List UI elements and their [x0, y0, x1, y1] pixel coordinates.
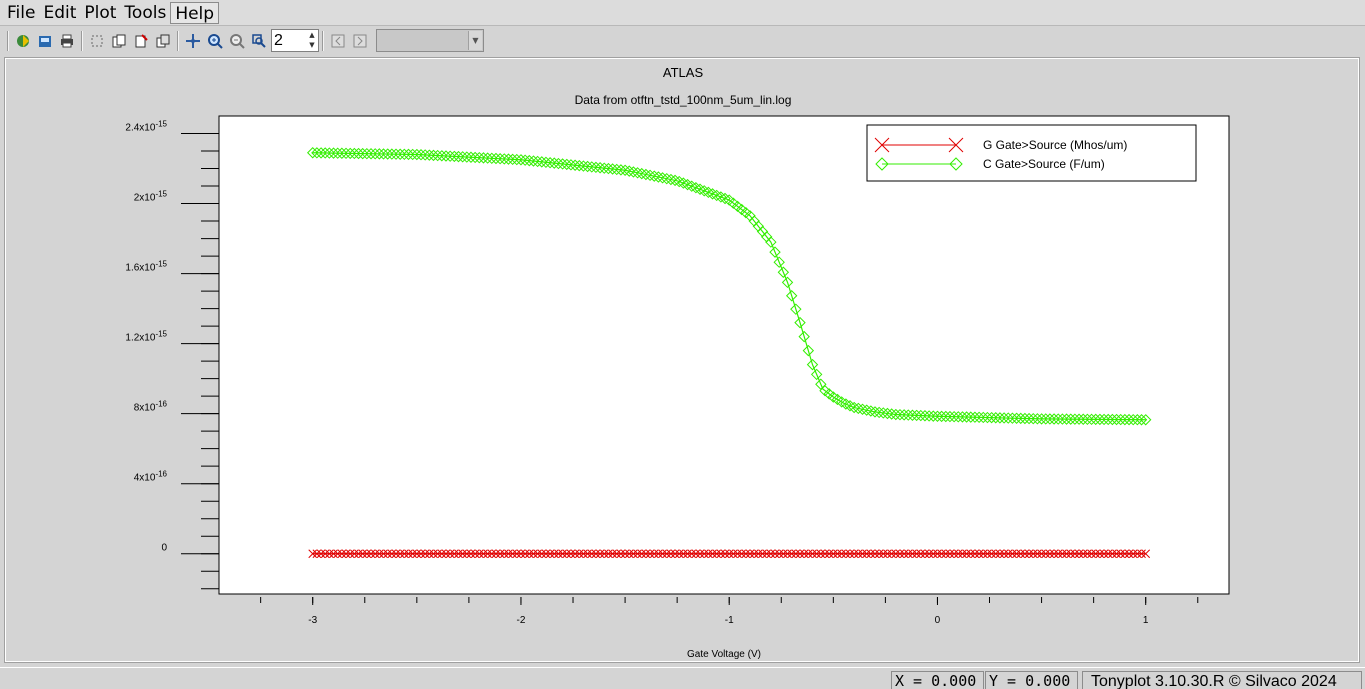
chevron-down-icon[interactable]: ▼: [468, 31, 482, 50]
menu-tools[interactable]: Tools: [120, 2, 170, 24]
version-label: Tonyplot 3.10.30.R © Silvaco 2024: [1082, 671, 1362, 689]
x-axis: -3 -2 -1 0 1: [260, 597, 1199, 626]
y-tick-label: 1.2x10-15: [125, 330, 167, 344]
legend-box: [866, 124, 1197, 182]
menu-edit[interactable]: Edit: [39, 2, 80, 24]
next-plot-icon[interactable]: [350, 31, 370, 51]
plot-canvas[interactable]: ATLAS Data from otftn_tstd_100nm_5um_lin…: [6, 59, 1358, 661]
x-tick-label: 0: [935, 615, 941, 626]
select-region-icon[interactable]: [87, 31, 107, 51]
print-icon[interactable]: [57, 31, 77, 51]
menu-plot[interactable]: Plot: [80, 2, 120, 24]
x-tick-label: -1: [725, 615, 734, 626]
page-number-stepper[interactable]: 2 ▲ ▼: [271, 29, 319, 52]
y-tick-label: 0: [161, 543, 167, 554]
copy-plot-icon[interactable]: [109, 31, 129, 51]
y-tick-label: 1.6x10-15: [125, 260, 167, 274]
plot-background[interactable]: [218, 115, 1230, 595]
load-file-icon[interactable]: [13, 31, 33, 51]
stepper-arrows[interactable]: ▲ ▼: [307, 31, 317, 50]
menu-bar: File Edit Plot Tools Help: [0, 0, 1365, 26]
pan-icon[interactable]: [183, 31, 203, 51]
delete-plot-icon[interactable]: [131, 31, 151, 51]
zoom-box-icon[interactable]: [249, 31, 269, 51]
y-tick-label: 8x10-16: [134, 400, 168, 414]
y-tick-label: 2x10-15: [134, 190, 168, 204]
legend-label: C Gate>Source (F/um): [983, 157, 1105, 171]
toolbar-separator: [322, 30, 324, 51]
toolbar-separator: [81, 30, 83, 51]
previous-plot-icon[interactable]: [328, 31, 348, 51]
y-tick-label: 2.4x10-15: [125, 120, 167, 134]
plot-select-dropdown[interactable]: ▼: [376, 29, 484, 52]
legend-label: G Gate>Source (Mhos/um): [983, 138, 1127, 152]
chart-title: ATLAS: [663, 65, 704, 80]
stepper-up-icon[interactable]: ▲: [307, 31, 317, 41]
chart-subtitle: Data from otftn_tstd_100nm_5um_lin.log: [575, 93, 792, 107]
x-tick-label: 1: [1143, 615, 1149, 626]
overlay-plot-icon[interactable]: [153, 31, 173, 51]
x-tick-label: -3: [308, 615, 317, 626]
x-axis-label: Gate Voltage (V): [687, 649, 761, 660]
x-coordinate-readout: X = 0.000: [891, 671, 984, 689]
legend: G Gate>Source (Mhos/um) C Gate>Source (F/…: [866, 124, 1197, 182]
zoom-out-icon[interactable]: [227, 31, 247, 51]
toolbar-separator: [7, 30, 9, 51]
zoom-in-icon[interactable]: [205, 31, 225, 51]
toolbar: 2 ▲ ▼ ▼: [0, 27, 1365, 54]
tonyplot-window: File Edit Plot Tools Help 2 ▲ ▼ ▼ ATLAS …: [0, 0, 1365, 689]
page-number-value: 2: [274, 31, 283, 49]
status-bar: X = 0.000 Y = 0.000 Tonyplot 3.10.30.R ©…: [0, 667, 1365, 689]
y-axis: 2.4x10-15 2x10-15 1.6x10-15 1.2x10-15 8x10-1…: [125, 120, 219, 590]
plot-area-frame[interactable]: ATLAS Data from otftn_tstd_100nm_5um_lin…: [4, 57, 1360, 663]
save-file-icon[interactable]: [35, 31, 55, 51]
y-tick-label: 4x10-16: [134, 470, 168, 484]
stepper-down-icon[interactable]: ▼: [307, 41, 317, 51]
x-tick-label: -2: [517, 615, 526, 626]
menu-help[interactable]: Help: [170, 1, 220, 24]
toolbar-separator: [177, 30, 179, 51]
menu-file[interactable]: File: [3, 2, 39, 24]
y-coordinate-readout: Y = 0.000: [985, 671, 1078, 689]
